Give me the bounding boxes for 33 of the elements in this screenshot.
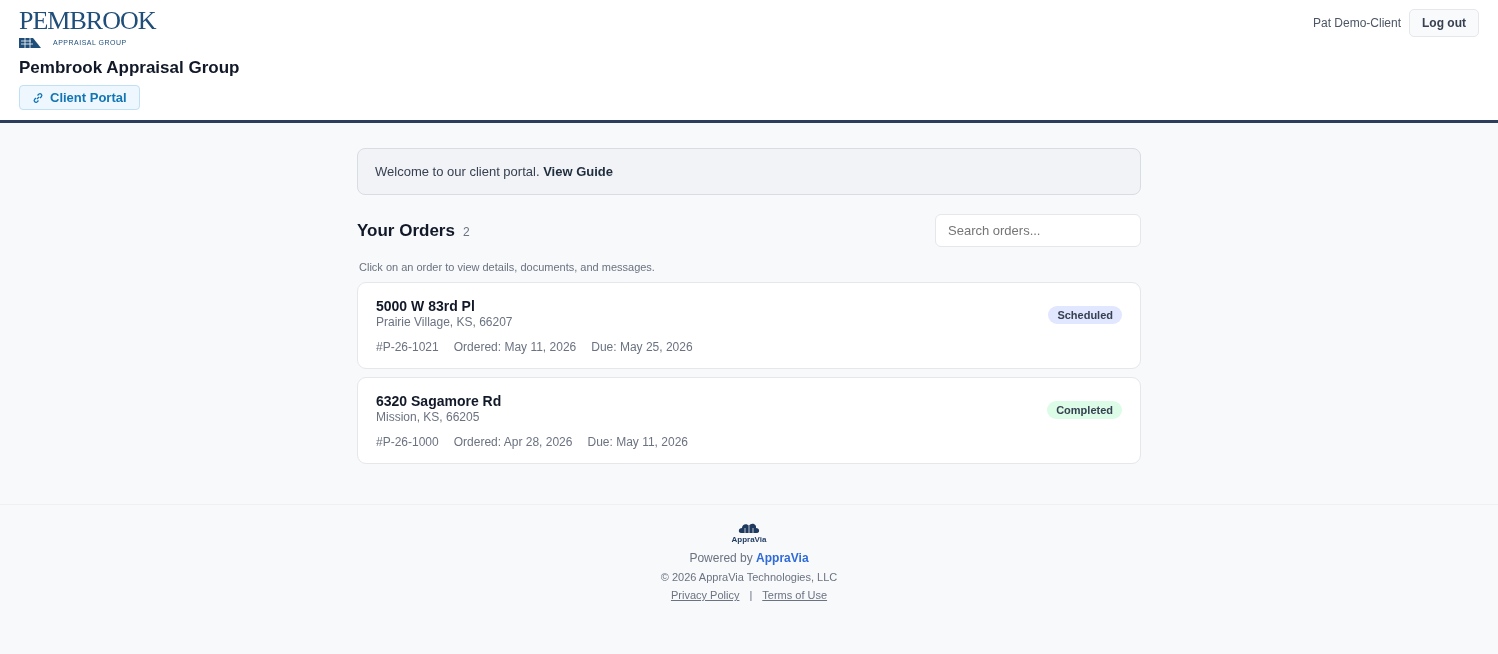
order-number: #P-26-1000 [376,435,439,449]
logo-wordmark: PEMBROOK [19,6,156,36]
user-name: Pat Demo-Client [1313,16,1401,30]
order-card[interactable]: 6320 Sagamore Rd Mission, KS, 66205 #P-26-1000 Ordered: Apr 28, 2026 Due: May 11, 2026 Completed [357,377,1141,464]
order-city: Mission, KS, 66205 [376,410,481,424]
due-date: Due: May 11, 2026 [587,435,688,449]
status-badge: Completed [1047,401,1122,419]
order-count: 2 [462,224,470,239]
due-date: Due: May 25, 2026 [591,340,693,354]
logo-text: AppraVia [731,535,767,545]
search-field[interactable]: Search orders... [935,214,1141,247]
client-portal-label: Client Portal [50,90,127,105]
instruction-text: Click on an order to view details, documents, and messages. [359,261,656,273]
powered-by-text: Powered by AppraVia [689,551,809,565]
view-guide-link[interactable]: View Guide [543,164,613,179]
footer-link[interactable]: Terms of Use [762,589,828,601]
welcome-message: Welcome to our client portal. View Guide [357,148,1141,195]
logout-button[interactable]: Log out [1409,9,1479,37]
order-address: 5000 W 83rd Pl [376,298,476,314]
order-date: Ordered: May 11, 2026 [453,340,577,354]
order-address: 6320 Sagamore Rd [376,393,503,409]
company-name: Pembrook Appraisal Group [19,58,240,78]
order-number: #P-26-1021 [376,340,439,354]
status-badge: Scheduled [1048,306,1122,324]
section-title: Your Orders [357,220,455,240]
order-city: Prairie Village, KS, 66207 [376,315,514,329]
order-card[interactable]: 5000 W 83rd Pl Prairie Village, KS, 66207 #P-26-1021 Ordered: May 11, 2026 Due: May 25, 2026 Scheduled [357,282,1141,369]
link-separator: | [749,589,753,601]
copyright-text: © 2026 AppraVia Technologies, LLC [660,571,838,583]
footer-link[interactable]: Privacy Policy [670,589,740,601]
cloud-logo-icon [738,521,760,535]
order-date: Ordered: Apr 28, 2026 [453,435,573,449]
link-icon [32,91,44,104]
